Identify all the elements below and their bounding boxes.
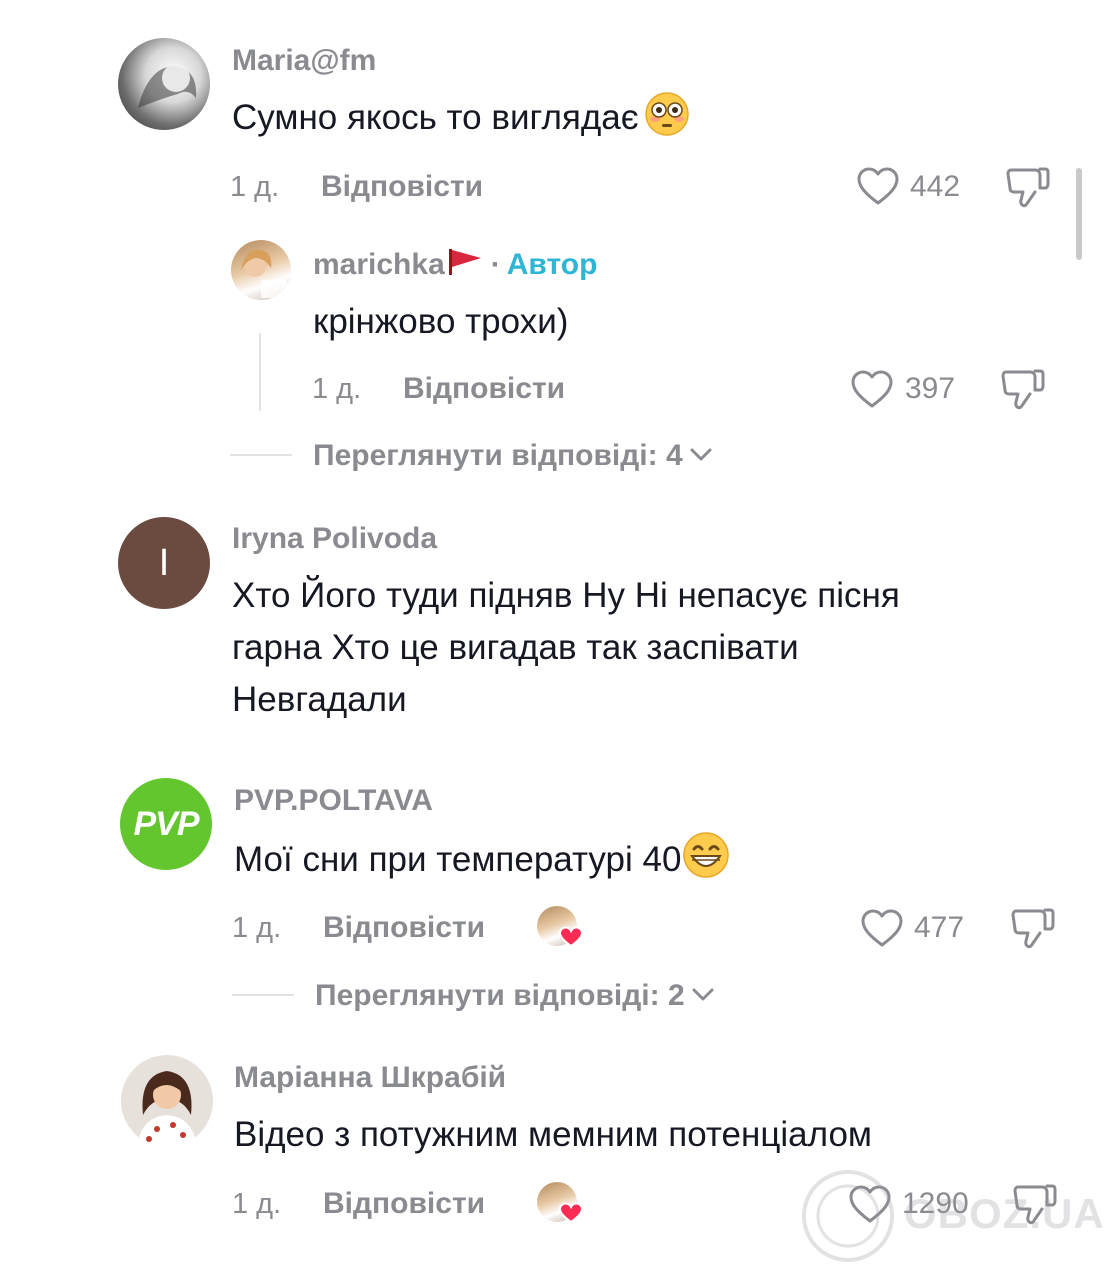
dislike-icon[interactable]	[1010, 905, 1056, 951]
thread-line	[259, 333, 261, 411]
liked-heart-icon	[559, 926, 583, 948]
scrollbar[interactable]	[1076, 168, 1082, 260]
divider	[232, 994, 294, 996]
comment-time: 1 д.	[230, 171, 280, 203]
liked-heart-icon	[559, 1202, 583, 1224]
dislike-icon[interactable]	[1000, 366, 1046, 412]
like-count: 1290	[902, 1187, 969, 1220]
reply-button[interactable]: Відповісти	[323, 1187, 485, 1221]
red-flag-icon	[447, 246, 485, 284]
comment-text: Відео з потужним мемним потенціалом	[234, 1115, 872, 1154]
reply-button[interactable]: Відповісти	[321, 170, 483, 204]
chevron-down-icon	[689, 437, 713, 471]
comment-text: Хто Його туди підняв Ну Ні непасує пісня…	[232, 576, 900, 719]
reply-button[interactable]: Відповісти	[403, 372, 565, 406]
avatar[interactable]: PVP	[120, 778, 212, 870]
avatar[interactable]	[231, 240, 291, 300]
creator-liked-badge	[537, 906, 583, 952]
flushed-emoji-icon	[644, 92, 689, 151]
comment-username[interactable]: Maria@fm	[232, 44, 376, 78]
comment-time: 1 д.	[232, 912, 282, 944]
reply-button[interactable]: Відповісти	[323, 911, 485, 945]
view-replies-button[interactable]: Переглянути відповіді: 4	[313, 437, 713, 473]
comment-text: Сумно якось то виглядає	[232, 92, 689, 151]
comment-time: 1 д.	[232, 1188, 282, 1220]
comment-username[interactable]: Iryna Polivoda	[232, 522, 437, 556]
pvp-logo: PVP	[133, 804, 199, 843]
grinning-emoji-icon	[683, 832, 730, 893]
view-replies-button[interactable]: Переглянути відповіді: 2	[315, 977, 715, 1013]
comment-text: Мої сни при температурі 40	[234, 832, 730, 893]
avatar[interactable]	[118, 38, 210, 130]
avatar-letter: I	[158, 541, 170, 584]
avatar[interactable]: I	[118, 517, 210, 609]
dislike-icon[interactable]	[1012, 1181, 1058, 1227]
comment-username[interactable]: Маріанна Шкрабій	[234, 1061, 506, 1095]
like-heart-icon[interactable]	[850, 369, 894, 409]
like-count: 397	[905, 372, 956, 405]
reply-text: крінжово трохи)	[313, 302, 569, 341]
creator-liked-badge	[537, 1182, 583, 1228]
author-badge: Автор	[506, 248, 598, 281]
divider	[230, 454, 292, 456]
like-heart-icon[interactable]	[860, 908, 904, 948]
like-count: 477	[914, 911, 965, 944]
like-heart-icon[interactable]	[848, 1184, 892, 1224]
like-heart-icon[interactable]	[856, 166, 900, 206]
dislike-icon[interactable]	[1005, 164, 1051, 210]
avatar[interactable]	[121, 1055, 213, 1147]
reply-time: 1 д.	[312, 373, 362, 405]
reply-username: marichka · Автор	[313, 246, 597, 284]
like-count: 442	[910, 170, 961, 203]
comment-username[interactable]: PVP.POLTAVA	[234, 784, 433, 818]
chevron-down-icon	[691, 977, 715, 1011]
